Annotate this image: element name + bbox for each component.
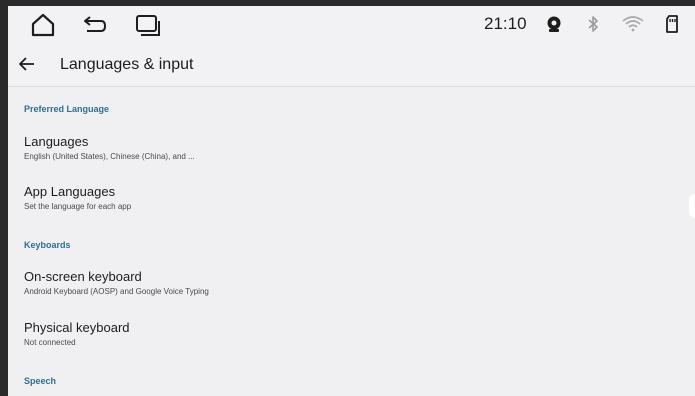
device-screen: 21:10 Languages & input Preferred Langua… (8, 6, 695, 396)
status-bar: 21:10 (8, 6, 695, 44)
edge-panel-handle[interactable] (689, 194, 695, 218)
app-bar: Languages & input (8, 44, 695, 87)
section-header-speech: Speech (24, 376, 57, 386)
settings-item-languages[interactable]: Languages English (United States), Chine… (8, 134, 658, 178)
home-icon[interactable] (30, 13, 56, 37)
item-title: Physical keyboard (24, 320, 130, 335)
item-subtitle: Set the language for each app (24, 202, 132, 211)
sd-card-icon (665, 14, 679, 34)
settings-item-app-languages[interactable]: App Languages Set the language for each … (8, 184, 658, 228)
camera-icon (546, 15, 562, 33)
section-header-preferred-language: Preferred Language (24, 104, 110, 114)
item-title: App Languages (24, 184, 116, 199)
item-subtitle: Not connected (24, 338, 76, 347)
settings-item-physical-keyboard[interactable]: Physical keyboard Not connected (8, 320, 658, 364)
back-nav-icon[interactable] (82, 15, 108, 35)
item-title: Languages (24, 134, 89, 149)
settings-item-on-screen-keyboard[interactable]: On-screen keyboard Android Keyboard (AOS… (8, 269, 658, 313)
item-title: On-screen keyboard (24, 269, 142, 284)
item-subtitle: English (United States), Chinese (China)… (24, 152, 195, 161)
bluetooth-icon (587, 15, 599, 33)
section-header-keyboards: Keyboards (24, 240, 71, 250)
back-arrow-icon[interactable] (18, 56, 36, 77)
page-title: Languages & input (60, 56, 194, 73)
wifi-icon (622, 15, 644, 33)
item-subtitle: Android Keyboard (AOSP) and Google Voice… (24, 287, 209, 296)
clock: 21:10 (484, 14, 527, 33)
recents-icon[interactable] (135, 14, 161, 36)
